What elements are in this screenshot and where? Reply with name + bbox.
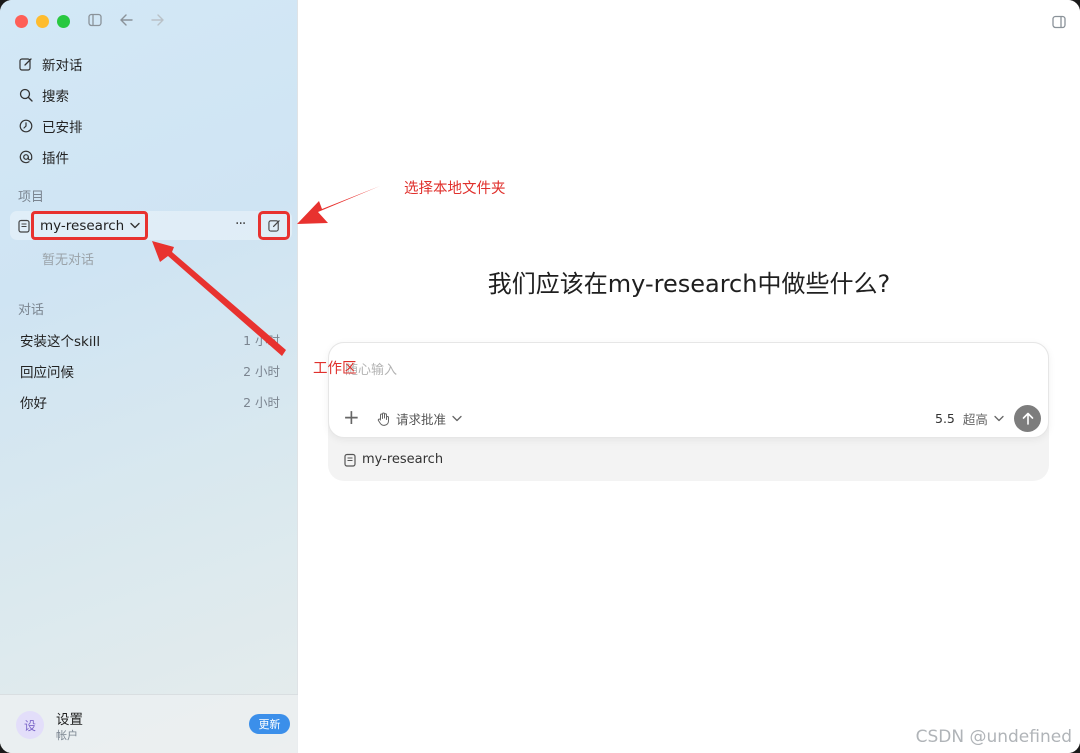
- nav-label: 搜索: [42, 88, 69, 105]
- edit-icon: [267, 219, 281, 232]
- model-version: 5.5: [935, 411, 955, 426]
- chevron-down-icon: [452, 415, 462, 422]
- conversation-title: 安装这个skill: [20, 333, 101, 350]
- chevron-down-icon: [130, 222, 140, 229]
- chevron-down-icon: [994, 415, 1004, 422]
- composer: 随心输入 + 请求批准 5.5 超高: [328, 342, 1049, 438]
- back-arrow-icon[interactable]: [119, 13, 134, 31]
- approval-mode-selector[interactable]: 请求批准: [377, 409, 462, 428]
- at-icon: [18, 149, 34, 165]
- plus-icon[interactable]: +: [343, 407, 360, 427]
- workspace-label: my-research: [362, 452, 444, 467]
- project-name-selector[interactable]: my-research: [31, 211, 148, 240]
- edit-icon: [18, 56, 34, 72]
- update-button[interactable]: 更新: [249, 714, 290, 734]
- avatar[interactable]: 设: [16, 711, 44, 739]
- conversations-section-label: 对话: [18, 303, 45, 318]
- conversation-title: 你好: [20, 395, 47, 412]
- annotation-folder-note: 选择本地文件夹: [404, 181, 506, 197]
- list-item[interactable]: 安装这个skill 1 小时: [20, 324, 280, 355]
- zoom-window-button[interactable]: [57, 15, 70, 28]
- more-options-icon[interactable]: ···: [235, 216, 246, 232]
- new-project-chat-button[interactable]: [258, 211, 290, 240]
- no-conversations-text: 暂无对话: [42, 253, 95, 268]
- clock-icon: [18, 118, 34, 134]
- sidebar: 新对话 搜索 已安排 插件 项目 my-research ··· 暂无对话 对话…: [0, 0, 298, 753]
- forward-arrow-icon[interactable]: [150, 13, 165, 31]
- project-folder-icon: [344, 453, 356, 467]
- arrow-up-icon: [1022, 412, 1034, 425]
- app-window: 新对话 搜索 已安排 插件 项目 my-research ··· 暂无对话 对话…: [0, 0, 1080, 753]
- send-button[interactable]: [1014, 405, 1041, 432]
- sidebar-footer: 设 设置 帐户 更新: [0, 694, 298, 753]
- sidebar-nav: 新对话 搜索 已安排 插件: [18, 48, 288, 172]
- annotation-workspace-note: 工作区: [313, 361, 357, 377]
- conversation-list: 安装这个skill 1 小时 回应问候 2 小时 你好 2 小时: [20, 324, 280, 417]
- project-name: my-research: [40, 217, 125, 234]
- conversation-title: 回应问候: [20, 364, 74, 381]
- project-row[interactable]: my-research ···: [10, 211, 292, 240]
- account-label: 帐户: [56, 729, 78, 742]
- nav-plugins[interactable]: 插件: [18, 141, 288, 172]
- nav-search[interactable]: 搜索: [18, 79, 288, 110]
- nav-label: 新对话: [42, 57, 83, 74]
- nav-new-chat[interactable]: 新对话: [18, 48, 288, 79]
- approval-label: 请求批准: [396, 412, 447, 427]
- hand-icon: [377, 412, 390, 426]
- search-icon: [18, 87, 34, 103]
- model-selector[interactable]: 5.5 超高: [935, 409, 1004, 428]
- settings-link[interactable]: 设置: [56, 708, 83, 728]
- reasoning-level: 超高: [962, 412, 988, 427]
- nav-scheduled[interactable]: 已安排: [18, 110, 288, 141]
- project-folder-icon: [18, 218, 30, 237]
- window-controls: [15, 15, 70, 28]
- conversation-time: 2 小时: [243, 364, 280, 379]
- workspace-selector[interactable]: my-research: [344, 452, 443, 467]
- nav-label: 插件: [42, 150, 69, 167]
- page-title: 我们应该在my-research中做些什么?: [487, 270, 891, 298]
- main-panel: 我们应该在my-research中做些什么? 随心输入 + 请求批准 5.5 超…: [298, 0, 1080, 753]
- conversation-time: 1 小时: [243, 333, 280, 348]
- list-item[interactable]: 你好 2 小时: [20, 386, 280, 417]
- sidebar-toggle-icon[interactable]: [88, 13, 102, 31]
- watermark: CSDN @undefined: [915, 727, 1072, 747]
- panel-toggle-icon[interactable]: [1052, 14, 1066, 33]
- close-window-button[interactable]: [15, 15, 28, 28]
- minimize-window-button[interactable]: [36, 15, 49, 28]
- list-item[interactable]: 回应问候 2 小时: [20, 355, 280, 386]
- projects-section-label: 项目: [18, 190, 45, 205]
- nav-label: 已安排: [42, 119, 83, 136]
- conversation-time: 2 小时: [243, 395, 280, 410]
